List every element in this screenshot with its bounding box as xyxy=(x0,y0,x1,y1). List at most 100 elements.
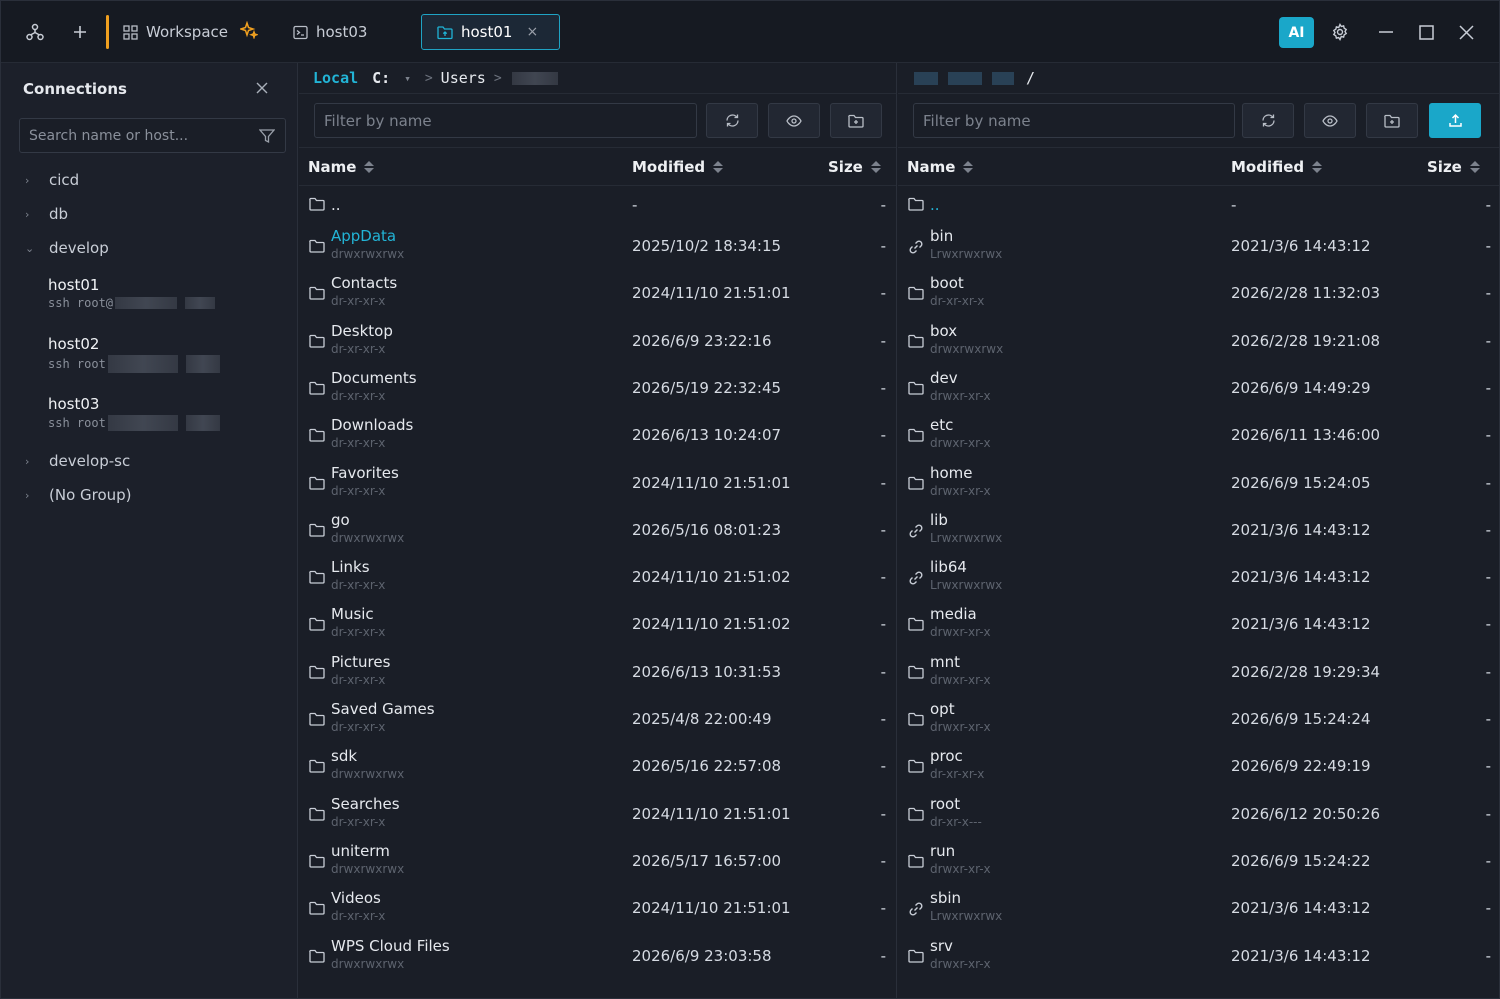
file-size: - xyxy=(1485,331,1491,350)
file-row[interactable]: Downloads dr-xr-xr-x 2026/6/13 10:24:07 - xyxy=(299,412,896,459)
file-row[interactable]: Pictures dr-xr-xr-x 2026/6/13 10:31:53 - xyxy=(299,649,896,696)
drive-select[interactable]: C: xyxy=(372,69,390,87)
file-modified: 2026/6/11 13:46:00 xyxy=(1231,426,1381,445)
host-item-host03[interactable]: host03 ssh root xyxy=(48,395,220,431)
file-name: .. xyxy=(331,196,341,214)
file-row[interactable]: .. - - xyxy=(898,186,1499,223)
file-name: proc xyxy=(930,747,963,766)
new-folder-button[interactable] xyxy=(830,103,882,138)
local-filter-input[interactable]: Filter by name xyxy=(314,103,697,138)
group-develop-sc[interactable]: › develop-sc xyxy=(25,452,130,470)
file-row[interactable]: sdk drwxrwxrwx 2026/5/16 22:57:08 - xyxy=(299,743,896,790)
drive-dropdown-icon[interactable]: ▾ xyxy=(404,72,411,85)
filter-icon[interactable] xyxy=(258,128,276,148)
network-icon[interactable] xyxy=(24,21,46,43)
add-tab-icon[interactable] xyxy=(69,21,91,43)
toggle-hidden-button[interactable] xyxy=(768,103,820,138)
file-row[interactable]: run drwxr-xr-x 2026/6/9 15:24:22 - xyxy=(898,838,1499,885)
refresh-button[interactable] xyxy=(706,103,758,138)
minimize-icon[interactable] xyxy=(1375,21,1397,43)
settings-icon[interactable] xyxy=(1329,21,1351,43)
host-item-host01[interactable]: host01 ssh root@ xyxy=(48,276,216,310)
group-cicd[interactable]: › cicd xyxy=(25,171,79,189)
file-row[interactable]: box drwxrwxrwx 2026/2/28 19:21:08 - xyxy=(898,318,1499,365)
file-row[interactable]: lib Lrwxrwxrwx 2021/3/6 14:43:12 - xyxy=(898,507,1499,554)
file-permissions: dr-xr-xr-x xyxy=(331,909,386,924)
file-row[interactable]: etc drwxr-xr-x 2026/6/11 13:46:00 - xyxy=(898,412,1499,459)
file-row[interactable]: WPS Cloud Files drwxrwxrwx 2026/6/9 23:03:… xyxy=(299,933,896,980)
file-row[interactable]: boot dr-xr-xr-x 2026/2/28 11:32:03 - xyxy=(898,270,1499,317)
file-row[interactable]: media drwxr-xr-x 2021/3/6 14:43:12 - xyxy=(898,601,1499,648)
maximize-icon[interactable] xyxy=(1415,21,1437,43)
file-size: - xyxy=(1485,378,1491,397)
group-db[interactable]: › db xyxy=(25,205,68,223)
tab-host01[interactable]: host01 × xyxy=(421,14,560,50)
search-placeholder: Search name or host... xyxy=(29,128,189,144)
file-row[interactable]: Music dr-xr-xr-x 2024/11/10 21:51:02 - xyxy=(299,601,896,648)
file-row[interactable]: Videos dr-xr-xr-x 2024/11/10 21:51:01 - xyxy=(299,885,896,932)
ai-button[interactable]: AI xyxy=(1279,17,1314,48)
col-name[interactable]: Name xyxy=(907,158,974,176)
remote-root-path[interactable]: / xyxy=(1026,69,1035,87)
file-row[interactable]: home drwxr-xr-x 2026/6/9 15:24:05 - xyxy=(898,460,1499,507)
col-name[interactable]: Name xyxy=(308,158,375,176)
redacted-host xyxy=(185,415,220,431)
file-permissions: dr-xr-xr-x xyxy=(331,294,386,309)
file-row[interactable]: Links dr-xr-xr-x 2024/11/10 21:51:02 - xyxy=(299,554,896,601)
file-row[interactable]: uniterm drwxrwxrwx 2026/5/17 16:57:00 - xyxy=(299,838,896,885)
file-size: - xyxy=(880,662,886,681)
file-modified: - xyxy=(1231,196,1237,214)
file-size: - xyxy=(880,520,886,539)
folder-upload-icon xyxy=(437,25,453,40)
file-row[interactable]: srv drwxr-xr-x 2021/3/6 14:43:12 - xyxy=(898,933,1499,980)
file-permissions: Lrwxrwxrwx xyxy=(930,578,1003,593)
remote-filter-input[interactable]: Filter by name xyxy=(913,103,1235,138)
col-modified[interactable]: Modified xyxy=(632,158,724,176)
group-no-group[interactable]: › (No Group) xyxy=(25,486,132,504)
sparkle-icon[interactable] xyxy=(238,20,259,43)
file-row[interactable]: proc dr-xr-xr-x 2026/6/9 22:49:19 - xyxy=(898,743,1499,790)
folder-icon xyxy=(908,334,924,348)
redacted-host xyxy=(948,71,982,85)
file-name: go xyxy=(331,510,350,529)
file-row[interactable]: AppData drwxrwxrwx 2025/10/2 18:34:15 - xyxy=(299,223,896,270)
chevron-down-icon: ⌄ xyxy=(25,241,35,255)
file-row[interactable]: bin Lrwxrwxrwx 2021/3/6 14:43:12 - xyxy=(898,223,1499,270)
upload-button[interactable] xyxy=(1429,103,1481,138)
file-row[interactable]: Searches dr-xr-xr-x 2024/11/10 21:51:01 - xyxy=(299,791,896,838)
col-size[interactable]: Size xyxy=(1427,158,1480,176)
file-modified: 2026/5/16 22:57:08 xyxy=(632,757,782,776)
file-row[interactable]: .. - - xyxy=(299,186,896,223)
tab-host03[interactable]: host03 xyxy=(293,14,367,50)
close-window-icon[interactable] xyxy=(1455,21,1477,43)
file-row[interactable]: dev drwxr-xr-x 2026/6/9 14:49:29 - xyxy=(898,365,1499,412)
host-ssh: ssh root xyxy=(48,357,106,371)
search-input[interactable]: Search name or host... xyxy=(19,118,286,153)
tab-workspace[interactable]: Workspace xyxy=(123,14,259,50)
file-size: - xyxy=(880,237,886,255)
file-row[interactable]: Favorites dr-xr-xr-x 2024/11/10 21:51:01 - xyxy=(299,460,896,507)
file-row[interactable]: mnt drwxr-xr-x 2026/2/28 19:29:34 - xyxy=(898,649,1499,696)
file-row[interactable]: Documents dr-xr-xr-x 2026/5/19 22:32:45 - xyxy=(299,365,896,412)
file-name: sdk xyxy=(331,747,358,766)
close-sidebar-icon[interactable] xyxy=(256,79,268,98)
file-size: - xyxy=(1485,520,1491,539)
file-row[interactable]: sbin Lrwxrwxrwx 2021/3/6 14:43:12 - xyxy=(898,885,1499,932)
file-row[interactable]: Saved Games dr-xr-xr-x 2025/4/8 22:00:49 - xyxy=(299,696,896,743)
close-tab-icon[interactable]: × xyxy=(526,24,538,40)
file-row[interactable]: Desktop dr-xr-xr-x 2026/6/9 23:22:16 - xyxy=(299,318,896,365)
group-develop[interactable]: ⌄ develop xyxy=(25,239,109,257)
sort-icon xyxy=(364,161,375,173)
file-row[interactable]: lib64 Lrwxrwxrwx 2021/3/6 14:43:12 - xyxy=(898,554,1499,601)
host-item-host02[interactable]: host02 ssh root xyxy=(48,335,220,373)
file-row[interactable]: go drwxrwxrwx 2026/5/16 08:01:23 - xyxy=(299,507,896,554)
file-row[interactable]: root dr-xr-x--- 2026/6/12 20:50:26 - xyxy=(898,791,1499,838)
breadcrumb-users[interactable]: Users xyxy=(441,69,486,87)
refresh-button[interactable] xyxy=(1242,103,1294,138)
col-modified[interactable]: Modified xyxy=(1231,158,1323,176)
new-folder-button[interactable] xyxy=(1366,103,1418,138)
col-size[interactable]: Size xyxy=(828,158,881,176)
file-row[interactable]: opt drwxr-xr-x 2026/6/9 15:24:24 - xyxy=(898,696,1499,743)
file-row[interactable]: Contacts dr-xr-xr-x 2024/11/10 21:51:01 - xyxy=(299,270,896,317)
toggle-hidden-button[interactable] xyxy=(1304,103,1356,138)
